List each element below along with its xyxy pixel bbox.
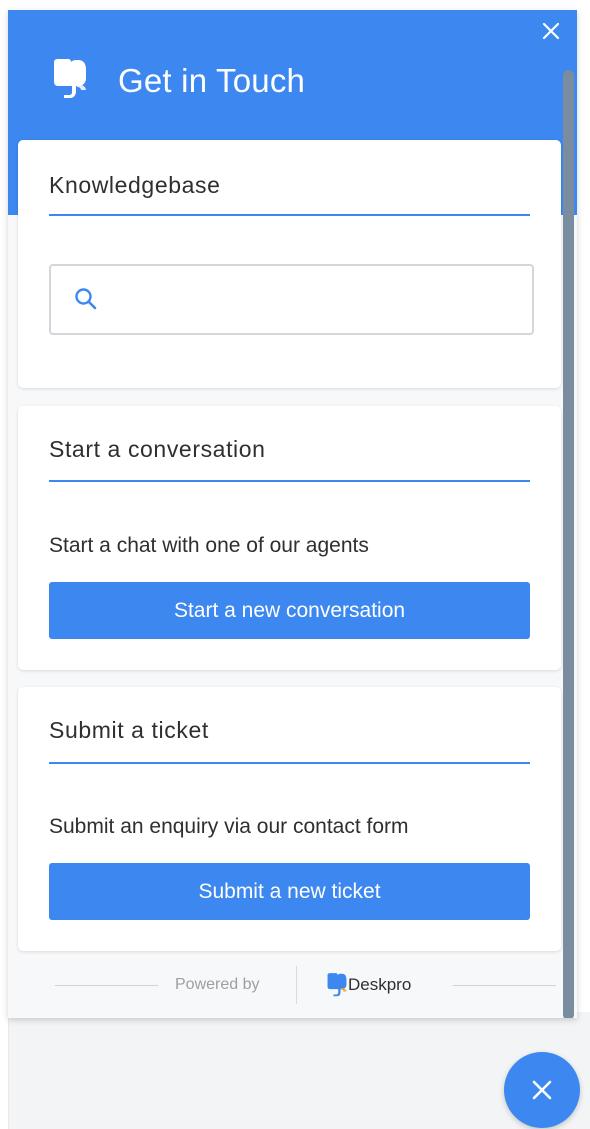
knowledgebase-search-box[interactable] <box>49 264 534 335</box>
powered-by-label: Powered by <box>175 976 260 993</box>
start-conversation-button[interactable]: Start a new conversation <box>49 582 530 639</box>
conversation-description: Start a chat with one of our agents <box>49 534 369 557</box>
submit-ticket-button[interactable]: Submit a new ticket <box>49 863 530 920</box>
ticket-description: Submit an enquiry via our contact form <box>49 815 409 838</box>
scrollbar-thumb[interactable] <box>563 70 574 1018</box>
close-icon[interactable] <box>536 16 566 46</box>
conversation-card: Start a conversation Start a chat with o… <box>18 406 561 670</box>
ticket-card: Submit a ticket Submit an enquiry via ou… <box>18 687 561 951</box>
ticket-title: Submit a ticket <box>49 717 209 743</box>
deskpro-link[interactable]: Deskpro <box>348 975 411 995</box>
knowledgebase-title: Knowledgebase <box>49 172 221 198</box>
deskpro-elephant-icon <box>324 972 350 998</box>
footer-separator <box>296 966 297 1004</box>
host-page-area <box>8 1012 590 1129</box>
deskpro-elephant-icon <box>48 58 92 100</box>
widget-title: Get in Touch <box>118 62 306 99</box>
widget-launcher-button[interactable] <box>504 1052 580 1128</box>
footer-divider-line <box>55 985 158 986</box>
contact-widget: Get in Touch Knowledgebase Start a conve… <box>8 10 577 1018</box>
title-underline <box>49 762 530 764</box>
widget-footer: Powered by Deskpro <box>8 950 577 1018</box>
knowledgebase-card: Knowledgebase <box>18 140 561 388</box>
title-underline <box>49 480 530 482</box>
search-icon <box>73 286 99 312</box>
knowledgebase-search-input[interactable] <box>111 276 511 324</box>
title-underline <box>49 214 530 216</box>
conversation-title: Start a conversation <box>49 436 266 462</box>
footer-divider-line <box>453 985 556 986</box>
close-icon <box>527 1075 557 1105</box>
